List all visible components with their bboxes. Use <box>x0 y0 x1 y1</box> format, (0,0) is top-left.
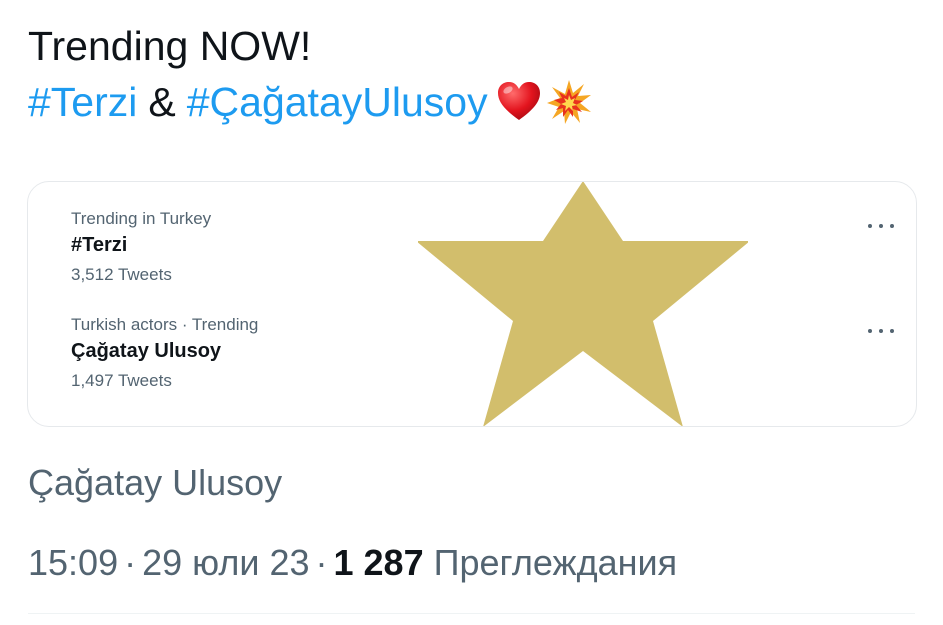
hashtag-cagatay-link[interactable]: #ÇağatayUlusoy <box>187 74 488 130</box>
trends-card[interactable]: Trending in Turkey #Terzi 3,512 Tweets T… <box>27 181 917 427</box>
views-count: 1 287 <box>333 542 424 583</box>
tweet-meta: 15:09 · 29 юли 23 · 1 287 Преглеждания <box>28 538 677 588</box>
divider <box>28 613 915 614</box>
red-heart-icon <box>497 82 540 120</box>
hashtag-terzi-link[interactable]: #Terzi <box>28 74 137 130</box>
collision-icon <box>546 80 591 124</box>
separator-dot: · <box>315 542 328 583</box>
more-horizontal-icon[interactable] <box>868 324 894 338</box>
ampersand-text: & <box>148 79 176 125</box>
star-icon <box>418 182 748 426</box>
separator-dot: · <box>124 542 137 583</box>
tweet-hashtags-line: #Terzi & #ÇağatayUlusoy <box>28 74 908 130</box>
author-name-text[interactable]: Çağatay Ulusoy <box>28 458 282 508</box>
tweet-time[interactable]: 15:09 <box>28 542 118 583</box>
tweet-headline: Trending NOW! <box>28 23 312 69</box>
tweet-text: Trending NOW! #Terzi & #ÇağatayUlusoy <box>28 18 908 130</box>
tweet-date[interactable]: 29 юли 23 <box>142 542 309 583</box>
views-label: Преглеждания <box>433 542 678 583</box>
more-horizontal-icon[interactable] <box>868 219 894 233</box>
